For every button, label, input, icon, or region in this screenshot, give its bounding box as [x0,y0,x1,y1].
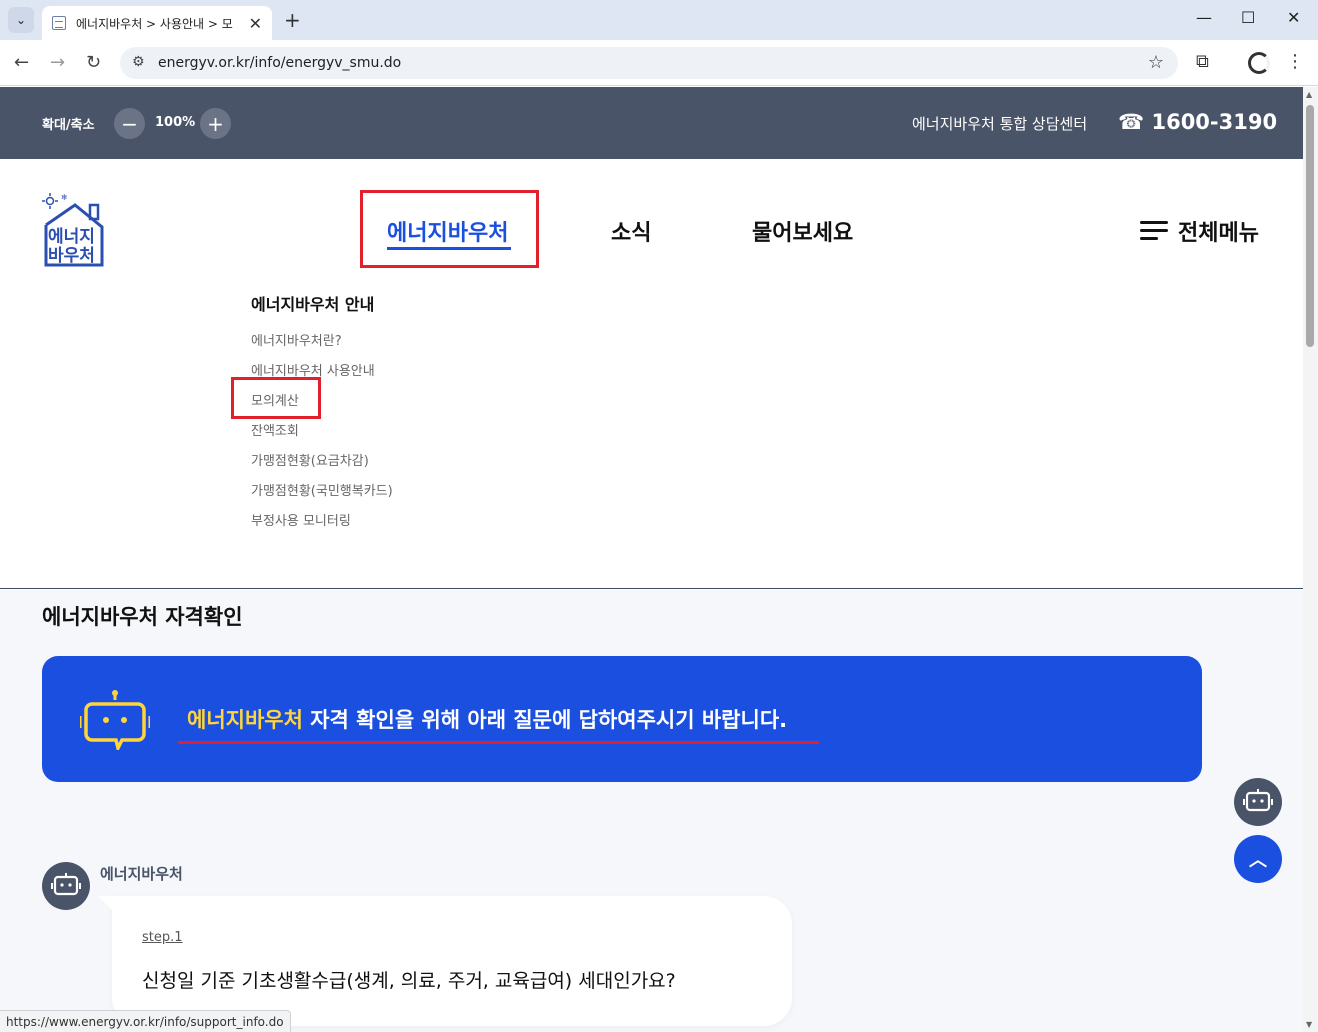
submenu-title: 에너지바우처 안내 [251,295,375,314]
tab-title: 에너지바우처 > 사용안내 > 모 [76,16,233,31]
banner-text: 자격 확인을 위해 아래 질문에 답하여주시기 바랍니다. [302,708,788,732]
question-text: 신청일 기준 기초생활수급(생계, 의료, 주거, 교육급여) 세대인가요? [142,970,676,992]
bookmark-star-icon[interactable]: ☆ [1148,52,1164,73]
step-label: step.1 [142,930,183,945]
zoom-value: 100% [155,115,196,130]
logo-line1: 에너지 [48,227,95,247]
banner-highlight: 에너지바우처 [187,708,303,732]
submenu-item-merchants-card[interactable]: 가맹점현황(국민행복카드) [251,480,393,499]
main-content: 에너지바우처 자격확인 에너지바우처 자격 확인을 위해 아래 질문에 답하여주… [0,590,1303,1032]
scroll-to-top-button[interactable]: ︿ [1234,835,1282,883]
scroll-down-icon[interactable]: ▼ [1306,1020,1312,1029]
logo-line2: 바우처 [48,246,95,266]
gnb-news[interactable]: 소식 [611,215,651,247]
close-window-icon[interactable]: ✕ [1287,8,1300,27]
all-menu-label: 전체메뉴 [1178,221,1259,246]
maximize-icon[interactable]: ☐ [1241,8,1255,27]
tab-search-button[interactable]: ⌄ [8,7,34,33]
annotation-box-gnb [360,190,539,268]
hamburger-icon [1140,221,1168,241]
utility-bar: 확대/축소 − 100% + 에너지바우처 통합 상담센터 ☎ 1600-319… [0,87,1303,159]
submenu-item-balance[interactable]: 잔액조회 [251,420,299,439]
section-title: 에너지바우처 자격확인 [42,605,243,629]
logo-house-icon: ❄ 에너지 바우처 [42,193,104,267]
back-icon[interactable]: ← [14,52,29,73]
site-info-icon[interactable]: ⚙ [132,54,145,70]
scrollbar-thumb[interactable] [1306,105,1314,347]
chevron-up-icon: ︿ [1249,850,1267,871]
reload-icon[interactable]: ↻ [86,52,101,73]
gnb-ask[interactable]: 물어보세요 [752,215,853,247]
favicon-icon [52,16,66,30]
extensions-icon[interactable]: ⧉ [1196,51,1209,72]
eligibility-banner: 에너지바우처 자격 확인을 위해 아래 질문에 답하여주시기 바랍니다. [42,656,1202,782]
zoom-in-button[interactable]: + [200,108,231,139]
zoom-label: 확대/축소 [42,118,95,133]
new-tab-button[interactable]: + [284,8,301,32]
browser-tab[interactable]: 에너지바우처 > 사용안내 > 모 ✕ [42,6,272,40]
web-page: 확대/축소 − 100% + 에너지바우처 통합 상담센터 ☎ 1600-319… [0,87,1303,1032]
svg-text:❄: ❄ [61,193,68,202]
status-bar-url: https://www.energyv.or.kr/info/support_i… [0,1010,291,1032]
submenu-item-merchants-bill[interactable]: 가맹점현황(요금차감) [251,450,369,469]
url-text[interactable]: energyv.or.kr/info/energyv_smu.do [158,55,401,71]
more-menu-icon[interactable]: ⋮ [1286,51,1304,72]
chevron-down-icon: ⌄ [15,13,27,27]
all-menu-button[interactable]: 전체메뉴 [1140,215,1259,247]
submenu-item-about[interactable]: 에너지바우처란? [251,330,342,349]
site-header: ❄ 에너지 바우처 에너지바우처 소식 물어보세요 전체메뉴 에너지바우처 안내… [0,159,1303,589]
scroll-up-icon[interactable]: ▲ [1306,90,1312,99]
page-scrollbar[interactable]: ▲ ▼ [1303,87,1318,1032]
annotation-box-simulation [231,377,321,419]
zoom-out-button[interactable]: − [114,108,145,139]
forward-icon[interactable]: → [50,52,65,73]
banner-message: 에너지바우처 자격 확인을 위해 아래 질문에 답하여주시기 바랍니다. [187,704,787,734]
chatbot-avatar [42,862,90,910]
chatbot-float-icon [1243,789,1273,812]
browser-tab-bar: ⌄ 에너지바우처 > 사용안내 > 모 ✕ + — ☐ ✕ [0,0,1318,40]
floating-chatbot-button[interactable] [1234,778,1282,826]
site-logo[interactable]: ❄ 에너지 바우처 [42,189,104,267]
browser-toolbar: ← → ↻ ⚙ energyv.or.kr/info/energyv_smu.d… [0,40,1318,86]
address-bar[interactable]: ⚙ energyv.or.kr/info/energyv_smu.do ☆ [120,47,1178,79]
chat-sender-name: 에너지바우처 [100,865,183,883]
chatbot-icon [80,690,150,750]
minimize-icon[interactable]: — [1196,8,1212,27]
call-center-label: 에너지바우처 통합 상담센터 [912,115,1088,133]
chatbot-avatar-icon [51,873,81,896]
submenu-item-fraud-monitoring[interactable]: 부정사용 모니터링 [251,510,351,529]
annotation-underline [178,741,819,744]
chat-bubble: step.1 신청일 기준 기초생활수급(생계, 의료, 주거, 교육급여) 세… [98,896,792,1026]
close-tab-icon[interactable]: ✕ [249,14,262,33]
profile-avatar[interactable] [1248,52,1270,74]
call-center-phone: ☎ 1600-3190 [1118,110,1278,134]
